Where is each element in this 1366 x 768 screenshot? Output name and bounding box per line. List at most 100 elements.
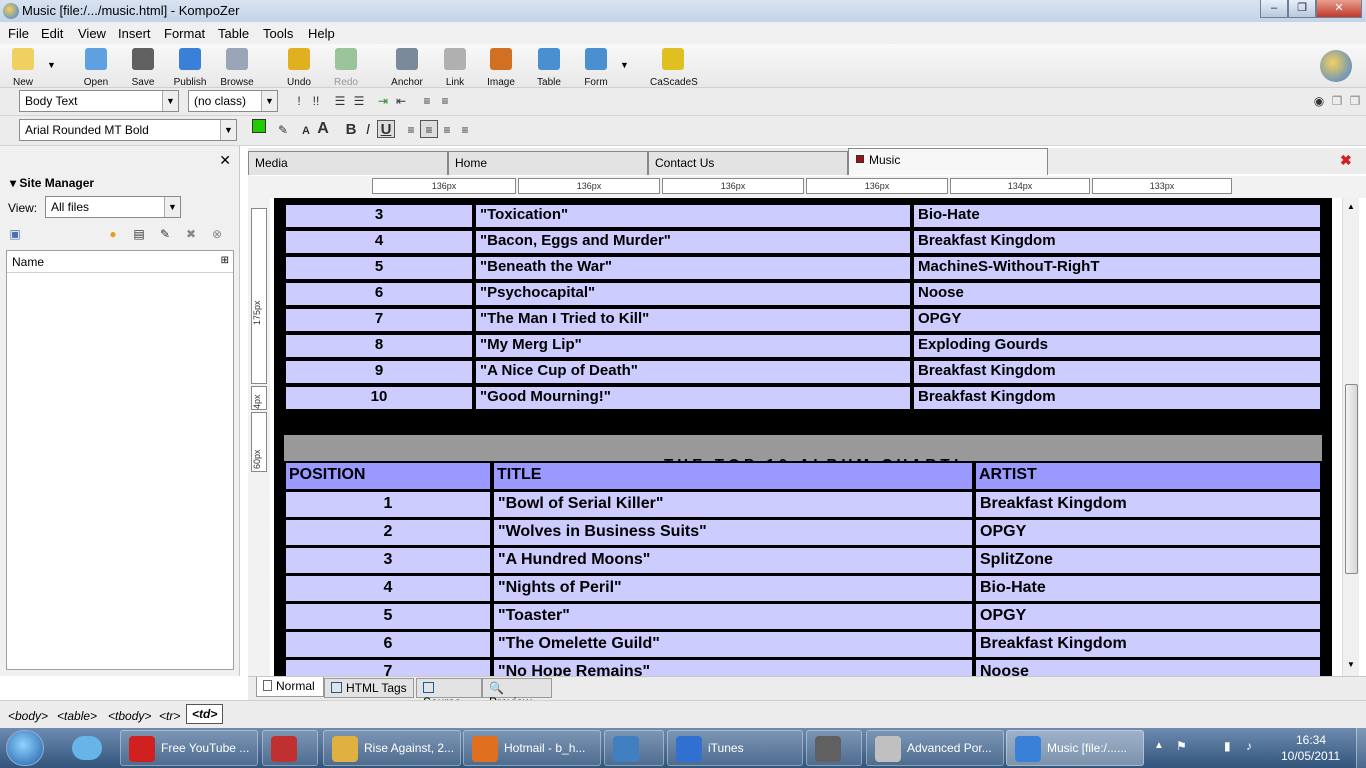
name-column-header[interactable]: Name ⊞ <box>7 251 233 273</box>
quicklaunch-messenger-icon[interactable] <box>72 736 102 760</box>
breadcrumb-td[interactable]: <td> <box>186 704 224 724</box>
artist-cell[interactable]: Breakfast Kingdom <box>914 231 1320 253</box>
form-dropdown-chevron-icon[interactable]: ▼ <box>620 60 629 70</box>
artist-cell[interactable]: Breakfast Kingdom <box>976 492 1320 517</box>
menu-view[interactable]: View <box>78 26 106 41</box>
title-cell[interactable]: "Nights of Peril" <box>494 576 972 601</box>
site-open-icon[interactable]: ● <box>104 225 122 243</box>
title-cell[interactable]: "The Man I Tried to Kill" <box>476 309 910 331</box>
form-button[interactable]: Form <box>573 46 619 88</box>
task-hotmail[interactable]: Hotmail - b_h... <box>463 730 601 766</box>
class-select[interactable]: (no class) ▼ <box>188 90 278 112</box>
artist-cell[interactable]: OPGY <box>976 520 1320 545</box>
layer-front-icon[interactable]: ❐ <box>1328 92 1346 110</box>
row-height-marker[interactable]: 4px <box>251 386 267 410</box>
site-stop-icon[interactable]: ⊗ <box>208 225 226 243</box>
position-cell[interactable]: 10 <box>286 387 472 409</box>
artist-cell[interactable]: Bio-Hate <box>976 576 1320 601</box>
title-cell[interactable]: "The Omelette Guild" <box>494 632 972 657</box>
tab-home[interactable]: Home <box>448 151 648 175</box>
link-button[interactable]: Link <box>432 46 478 88</box>
position-cell[interactable]: 7 <box>286 309 472 331</box>
paragraph-style-select[interactable]: Body Text ▼ <box>19 90 179 112</box>
site-edit-icon[interactable]: ▣ <box>6 225 24 243</box>
artist-cell[interactable]: Bio-Hate <box>914 205 1320 227</box>
row-height-marker[interactable]: 60px <box>251 412 267 472</box>
image-button[interactable]: Image <box>478 46 524 88</box>
layer-back-icon[interactable]: ❐ <box>1346 92 1364 110</box>
artist-cell[interactable]: Noose <box>914 283 1320 305</box>
site-delete-icon[interactable]: ✖ <box>182 225 200 243</box>
new-dropdown-chevron-icon[interactable]: ▼ <box>47 60 56 70</box>
menu-edit[interactable]: Edit <box>41 26 63 41</box>
highlight-pencil-icon[interactable]: ✎ <box>274 121 292 139</box>
tab-music[interactable]: Music <box>848 148 1048 175</box>
tab-html-tags[interactable]: HTML Tags <box>324 678 414 698</box>
action-center-icon[interactable]: ⚑ <box>1176 739 1187 753</box>
clock-time[interactable]: 16:34 <box>1296 733 1326 747</box>
cascades-button[interactable]: CaScadeS <box>650 46 698 88</box>
browse-button[interactable]: Browse <box>214 46 260 88</box>
title-cell[interactable]: "My Merg Lip" <box>476 335 910 357</box>
bullet-list-icon[interactable]: ☰ <box>350 92 368 110</box>
align-right-icon[interactable]: ≡ <box>438 121 456 139</box>
view-filter-select[interactable]: All files ▼ <box>45 196 181 218</box>
artist-cell[interactable]: Breakfast Kingdom <box>914 361 1320 383</box>
smaller-font-icon[interactable]: A <box>297 122 315 140</box>
maximize-button[interactable]: ❐ <box>1288 0 1316 18</box>
font-select[interactable]: Arial Rounded MT Bold ▼ <box>19 119 237 141</box>
menu-tools[interactable]: Tools <box>263 26 293 41</box>
site-new-folder-icon[interactable]: ▤ <box>130 225 148 243</box>
scroll-down-arrow-icon[interactable]: ▼ <box>1347 660 1355 669</box>
definition-term-icon[interactable]: ≡ <box>418 92 436 110</box>
tab-contact-us[interactable]: Contact Us <box>648 151 848 175</box>
publish-button[interactable]: Publish <box>167 46 213 88</box>
site-rename-icon[interactable]: ✎ <box>156 225 174 243</box>
title-cell[interactable]: "Good Mourning!" <box>476 387 910 409</box>
strong-icon[interactable]: !! <box>307 92 325 110</box>
task-media[interactable] <box>806 730 862 766</box>
network-icon[interactable]: ▮ <box>1224 739 1231 753</box>
position-cell[interactable]: 8 <box>286 335 472 357</box>
row-height-marker[interactable]: 175px <box>251 208 267 384</box>
menu-file[interactable]: File <box>8 26 29 41</box>
task-rise-against[interactable]: Rise Against, 2... <box>323 730 461 766</box>
position-cell[interactable]: 4 <box>286 576 490 601</box>
bold-icon[interactable]: B <box>342 121 360 139</box>
text-color-swatch[interactable] <box>252 119 266 133</box>
tab-media[interactable]: Media <box>248 151 448 175</box>
open-button[interactable]: Open <box>73 46 119 88</box>
table-button[interactable]: Table <box>526 46 572 88</box>
tab-normal[interactable]: Normal <box>256 677 324 697</box>
minimize-button[interactable]: – <box>1260 0 1288 18</box>
breadcrumb-body[interactable]: <body> <box>8 709 48 723</box>
breadcrumb-table[interactable]: <table> <box>57 709 97 723</box>
show-hidden-icons-icon[interactable]: ▲ <box>1154 740 1164 751</box>
position-cell[interactable]: 5 <box>286 257 472 279</box>
menu-format[interactable]: Format <box>164 26 205 41</box>
tab-source[interactable]: Source <box>416 678 482 709</box>
align-left-icon[interactable]: ≡ <box>402 121 420 139</box>
artist-cell[interactable]: MachineS-WithouT-RighT <box>914 257 1320 279</box>
artist-cell[interactable]: Noose <box>976 660 1320 676</box>
position-cell[interactable]: 3 <box>286 548 490 573</box>
artist-cell[interactable]: SplitZone <box>976 548 1320 573</box>
position-cell[interactable]: 1 <box>286 492 490 517</box>
tab-preview[interactable]: 🔍Preview <box>482 678 552 709</box>
task-pdf[interactable] <box>262 730 318 766</box>
title-cell[interactable]: "No Hope Remains" <box>494 660 972 676</box>
menu-table[interactable]: Table <box>218 26 249 41</box>
menu-help[interactable]: Help <box>308 26 335 41</box>
italic-icon[interactable]: I <box>359 121 377 139</box>
redo-button[interactable]: Redo <box>323 46 369 88</box>
title-cell[interactable]: "Beneath the War" <box>476 257 910 279</box>
title-cell[interactable]: "Wolves in Business Suits" <box>494 520 972 545</box>
position-cell[interactable]: 6 <box>286 283 472 305</box>
column-width-marker[interactable]: 136px <box>662 178 804 194</box>
position-cell[interactable]: 3 <box>286 205 472 227</box>
task-kompozer-music[interactable]: Music [file:/...... <box>1006 730 1144 766</box>
position-cell[interactable]: 2 <box>286 520 490 545</box>
show-desktop-button[interactable] <box>1356 728 1366 768</box>
new-button[interactable]: New <box>0 46 46 88</box>
layer-icon[interactable]: ◉ <box>1310 92 1328 110</box>
